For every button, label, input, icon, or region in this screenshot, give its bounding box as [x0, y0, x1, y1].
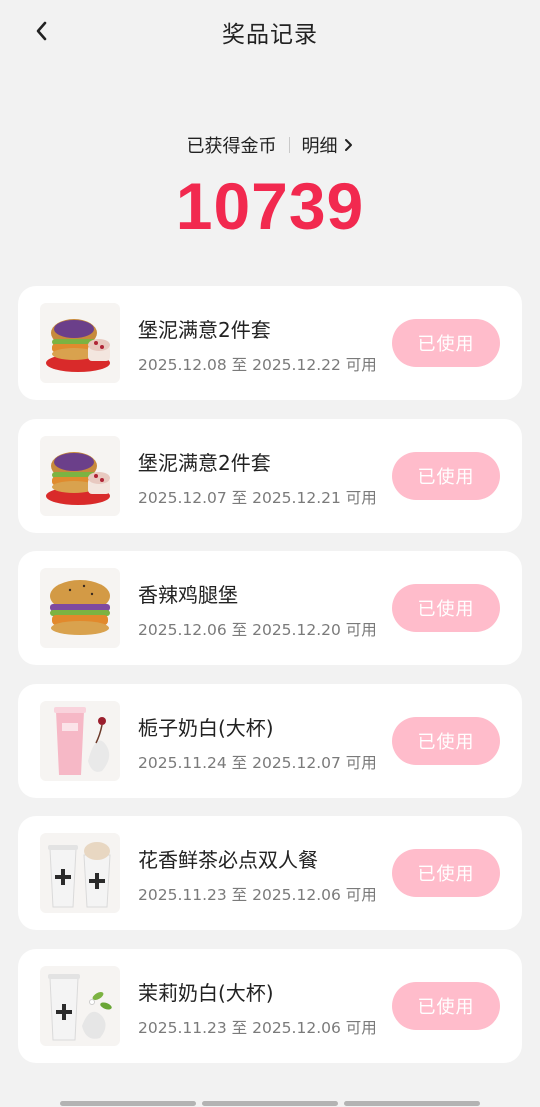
reward-validity: 2025.12.08 至 2025.12.22 可用 — [138, 356, 377, 374]
earned-coins-label: 已获得金币 — [186, 136, 277, 157]
used-button[interactable]: 已使用 — [392, 451, 500, 500]
reward-card[interactable]: 堡泥满意2件套 2025.12.07 至 2025.12.21 可用 已使用 — [18, 418, 522, 533]
used-button[interactable]: 已使用 — [392, 716, 500, 765]
detail-link[interactable]: 明细 — [302, 132, 354, 158]
reward-validity: 2025.11.24 至 2025.12.07 可用 — [138, 753, 377, 772]
reward-card[interactable]: 花香鲜茶必点双人餐 2025.11.23 至 2025.12.06 可用 已使用 — [18, 816, 522, 930]
home-indicator — [60, 1101, 480, 1106]
chicken-burger-image — [40, 568, 120, 648]
reward-name: 香辣鸡腿堡 — [138, 583, 238, 607]
detail-label: 明细 — [301, 136, 338, 157]
reward-validity: 2025.11.23 至 2025.12.06 可用 — [138, 1018, 377, 1037]
reward-name: 堡泥满意2件套 — [138, 450, 271, 475]
coin-count: 10739 — [175, 169, 365, 243]
reward-validity: 2025.12.06 至 2025.12.20 可用 — [138, 621, 377, 639]
home-indicator-segment — [344, 1101, 480, 1106]
page-title: 奖品记录 — [222, 22, 318, 48]
used-button[interactable]: 已使用 — [392, 849, 500, 897]
used-button[interactable]: 已使用 — [392, 981, 500, 1030]
chevron-right-icon — [344, 139, 352, 151]
burger-combo-image — [40, 303, 120, 383]
reward-name: 栀子奶白(大杯) — [138, 715, 274, 740]
top-bar: 奖品记录 — [0, 0, 540, 62]
coin-summary: 已获得金币 明细 10739 — [0, 132, 540, 244]
reward-name: 堡泥满意2件套 — [138, 318, 271, 342]
reward-card[interactable]: 堡泥满意2件套 2025.12.08 至 2025.12.22 可用 已使用 — [18, 286, 522, 400]
pink-milk-tea-image — [40, 700, 120, 781]
double-tea-image — [40, 833, 120, 913]
reward-validity: 2025.11.23 至 2025.12.06 可用 — [138, 886, 377, 904]
jasmine-milk-tea-image — [40, 965, 120, 1046]
reward-list: 堡泥满意2件套 2025.12.08 至 2025.12.22 可用 已使用 堡… — [18, 286, 522, 1081]
home-indicator-segment — [60, 1101, 196, 1106]
reward-card[interactable]: 栀子奶白(大杯) 2025.11.24 至 2025.12.07 可用 已使用 — [18, 683, 522, 798]
used-button[interactable]: 已使用 — [392, 584, 500, 632]
burger-combo-image — [40, 435, 120, 516]
reward-name: 花香鲜茶必点双人餐 — [138, 848, 318, 872]
divider — [288, 137, 290, 153]
reward-card[interactable]: 茉莉奶白(大杯) 2025.11.23 至 2025.12.06 可用 已使用 — [18, 948, 522, 1063]
used-button[interactable]: 已使用 — [392, 319, 500, 367]
reward-card[interactable]: 香辣鸡腿堡 2025.12.06 至 2025.12.20 可用 已使用 — [18, 551, 522, 665]
reward-name: 茉莉奶白(大杯) — [138, 980, 274, 1005]
home-indicator-segment — [202, 1101, 338, 1106]
reward-validity: 2025.12.07 至 2025.12.21 可用 — [138, 488, 377, 507]
